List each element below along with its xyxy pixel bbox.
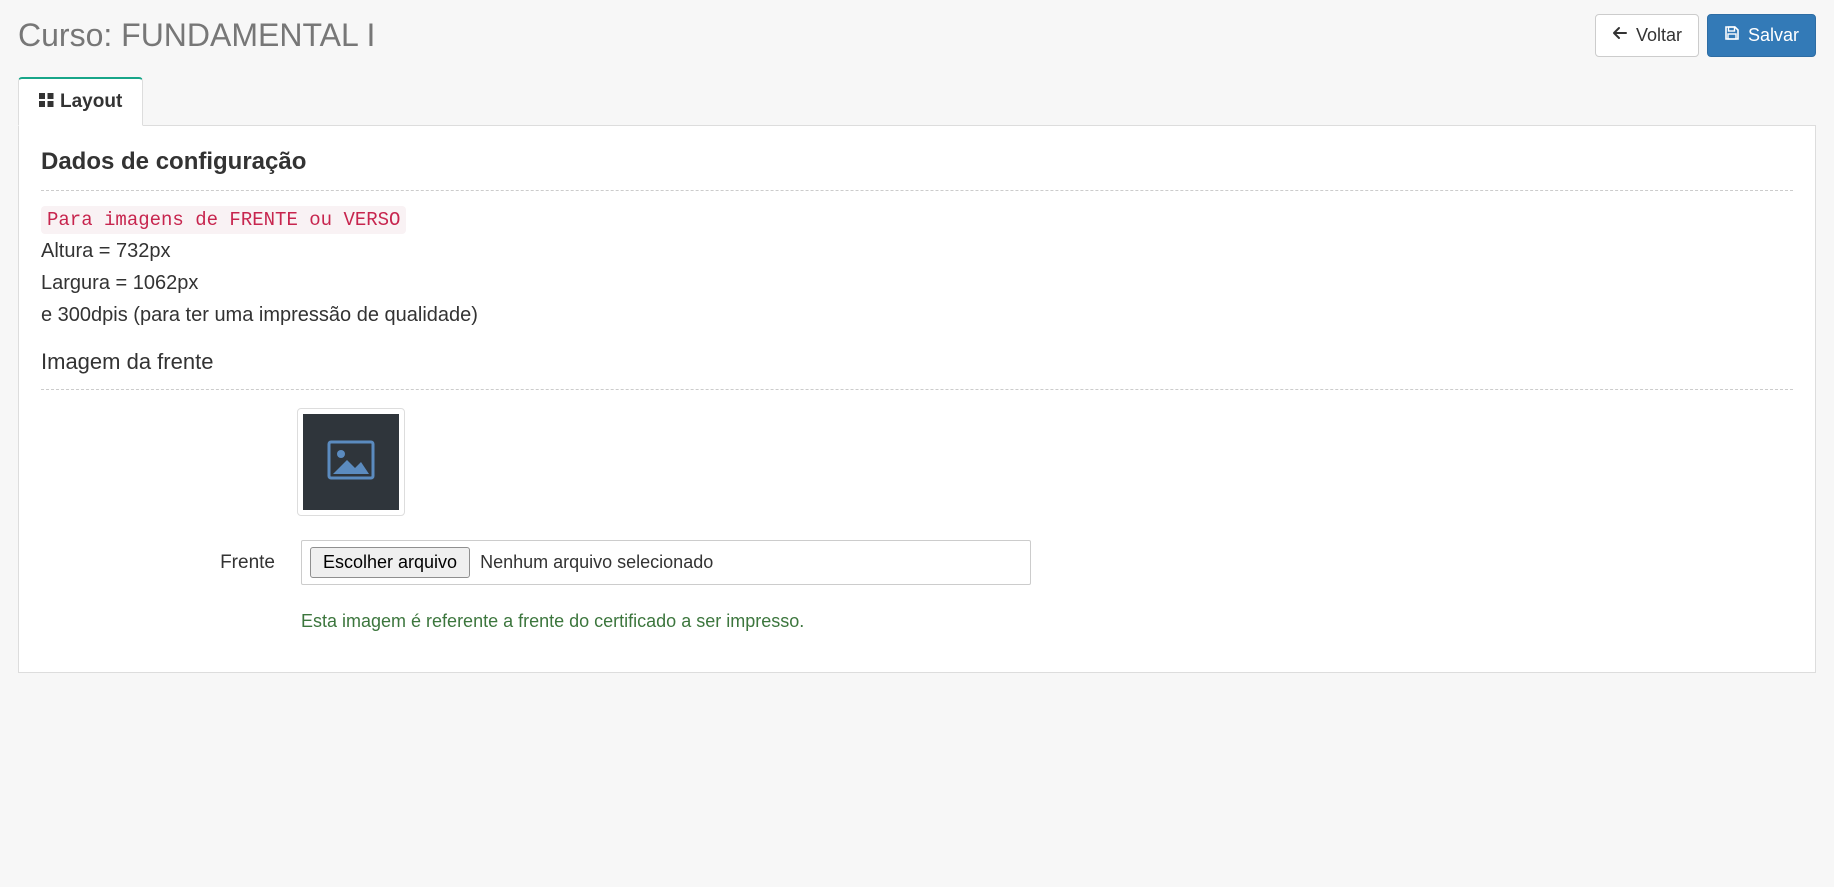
config-section-title: Dados de configuração <box>41 148 1793 176</box>
grid-icon <box>39 91 54 113</box>
spec-dpi: e 300dpis (para ter uma impressão de qua… <box>41 299 1793 331</box>
front-image-thumbnail[interactable] <box>297 408 405 516</box>
tab-layout[interactable]: Layout <box>18 77 143 126</box>
tab-layout-label: Layout <box>60 91 122 113</box>
spec-width: Largura = 1062px <box>41 267 1793 299</box>
spec-height: Altura = 732px <box>41 235 1793 267</box>
tabs: Layout <box>18 77 1816 126</box>
image-placeholder-icon <box>325 434 377 491</box>
front-field-label: Frente <box>41 540 301 574</box>
front-image-title: Imagem da frente <box>41 349 1793 375</box>
front-help-text: Esta imagem é referente a frente do cert… <box>301 611 1031 632</box>
image-hint-code: Para imagens de FRENTE ou VERSO <box>41 206 406 234</box>
save-button-label: Salvar <box>1748 23 1799 48</box>
front-file-input[interactable]: Escolher arquivo Nenhum arquivo selecion… <box>301 540 1031 585</box>
divider <box>41 190 1793 191</box>
tab-panel-layout: Dados de configuração Para imagens de FR… <box>18 126 1816 673</box>
back-button[interactable]: Voltar <box>1595 14 1699 57</box>
arrow-left-icon <box>1612 23 1628 48</box>
divider <box>41 389 1793 390</box>
page-title: Curso: FUNDAMENTAL I <box>18 17 375 54</box>
choose-file-button[interactable]: Escolher arquivo <box>310 547 470 578</box>
save-button[interactable]: Salvar <box>1707 14 1816 57</box>
save-icon <box>1724 23 1740 48</box>
file-status-text: Nenhum arquivo selecionado <box>480 552 713 573</box>
back-button-label: Voltar <box>1636 23 1682 48</box>
